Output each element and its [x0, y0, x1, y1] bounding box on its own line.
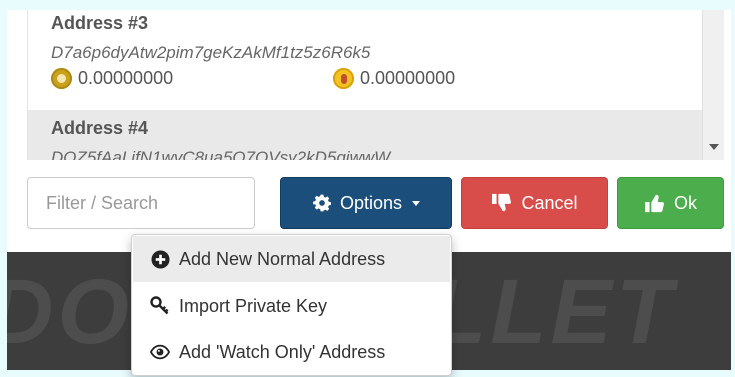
address-balances: 0.00000000 0.00000000: [51, 68, 702, 92]
thumbs-down-icon: [492, 193, 512, 212]
balance-doge: 0.00000000: [51, 68, 173, 89]
options-label: Options: [339, 192, 403, 213]
menu-item-label: Add New Normal Address: [179, 248, 386, 269]
menu-item-label: Import Private Key: [179, 295, 328, 316]
menu-item-add-normal-address[interactable]: Add New Normal Address: [133, 236, 450, 282]
search-input[interactable]: [27, 177, 255, 229]
thumbs-up-icon: [644, 194, 664, 213]
menu-item-import-private-key[interactable]: Import Private Key: [133, 283, 450, 329]
address-title: Address #4: [51, 118, 149, 138]
list-item[interactable]: Address #3 D7a6p6dyAtw2pim7geKzAkMf1tz5z…: [28, 10, 702, 110]
ok-button[interactable]: Ok: [617, 177, 724, 229]
scroll-down-icon[interactable]: [709, 144, 719, 150]
menu-item-label: Add 'Watch Only' Address: [179, 341, 386, 362]
eye-icon: [150, 342, 170, 362]
list-scrollbar[interactable]: [702, 10, 724, 160]
ok-label: Ok: [673, 192, 697, 213]
options-dropdown-menu: Add New Normal Address Import Private Ke…: [131, 234, 452, 376]
dogecoin-icon: [51, 68, 72, 89]
address-value: D7a6p6dyAtw2pim7geKzAkMf1tz5z6R6k5: [51, 43, 371, 62]
list-item[interactable]: Address #4 DQZ5fAaLifN1wvC8ua5Q7QVsy2kD5…: [28, 110, 702, 160]
caret-down-icon: [412, 200, 421, 206]
plus-circle-icon: [150, 249, 170, 269]
address-list[interactable]: Address #3 D7a6p6dyAtw2pim7geKzAkMf1tz5z…: [27, 10, 702, 160]
menu-item-add-watch-only[interactable]: Add 'Watch Only' Address: [133, 329, 450, 375]
altcoin-icon: [333, 68, 354, 89]
address-title: Address #3: [51, 13, 149, 33]
cancel-label: Cancel: [521, 192, 578, 213]
balance-alt: 0.00000000: [333, 68, 455, 89]
balance-amount: 0.00000000: [78, 68, 174, 88]
gear-icon: [313, 194, 331, 212]
cancel-button[interactable]: Cancel: [461, 177, 608, 229]
address-value: DQZ5fAaLifN1wvC8ua5Q7QVsy2kD5giwwW: [51, 148, 391, 160]
key-icon: [150, 296, 170, 316]
balance-amount: 0.00000000: [360, 68, 456, 88]
options-button[interactable]: Options: [280, 177, 452, 229]
